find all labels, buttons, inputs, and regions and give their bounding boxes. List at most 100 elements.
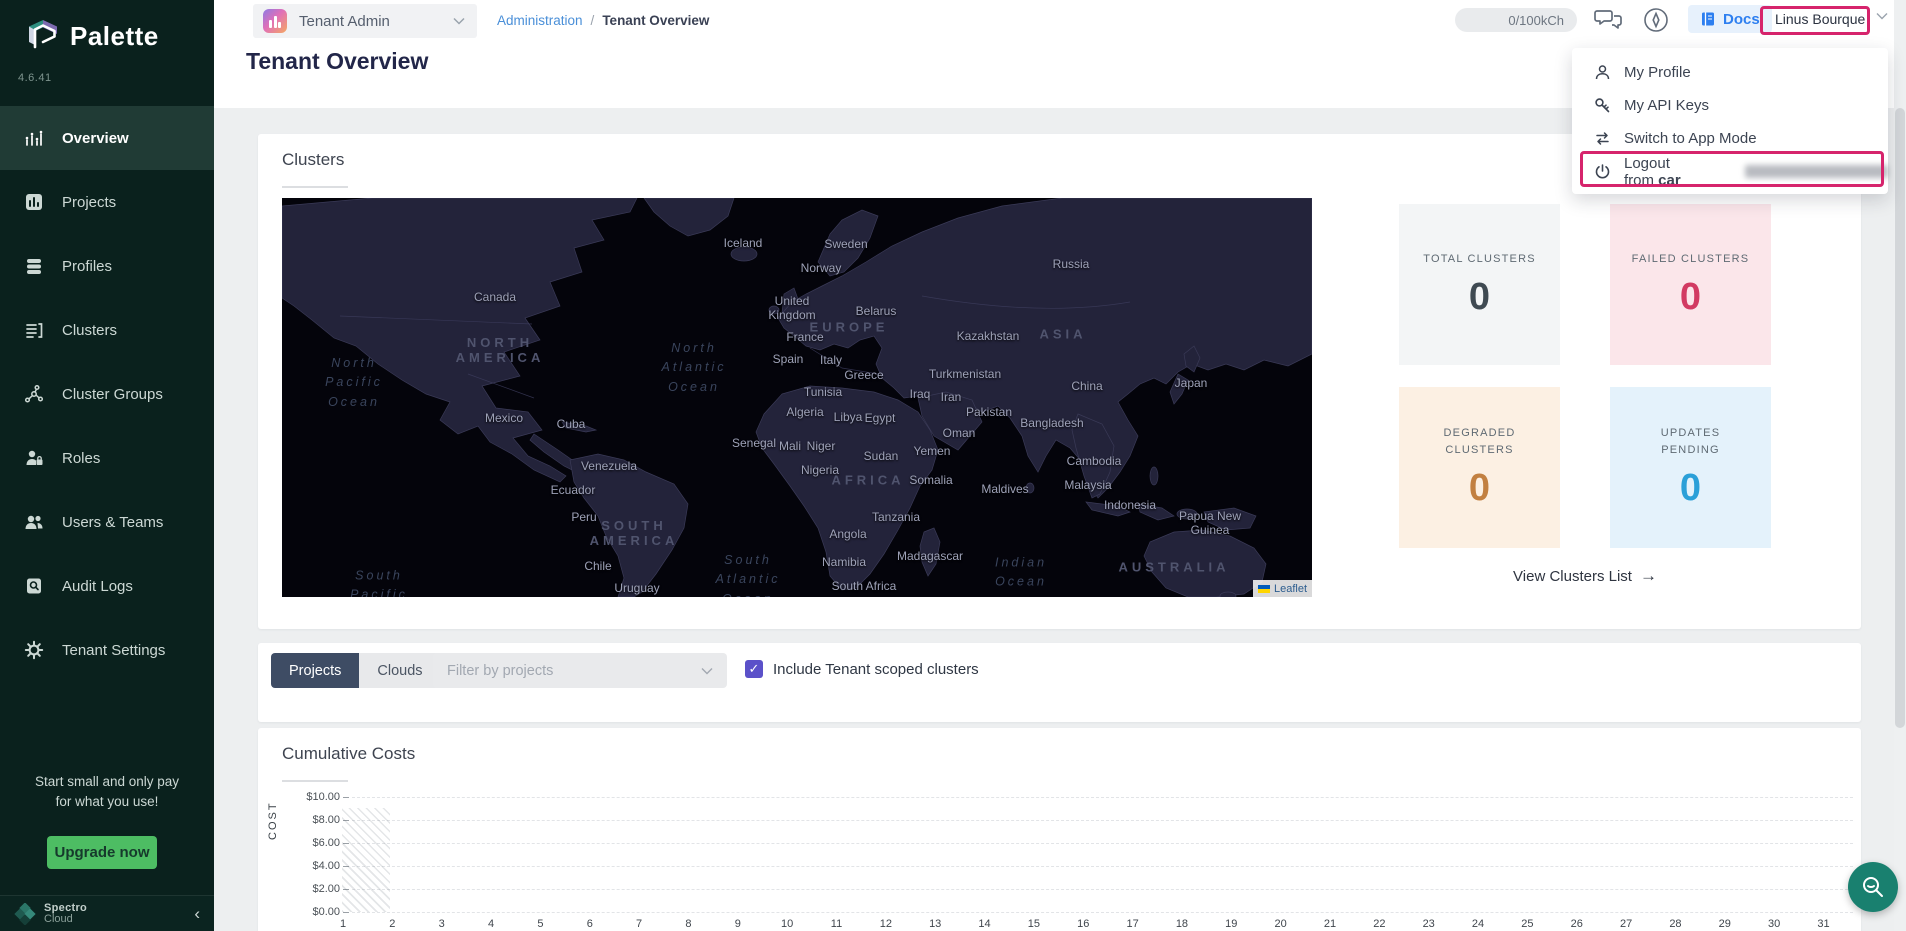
clusters-card-title: Clusters xyxy=(282,150,344,170)
x-axis-tick: 7 xyxy=(636,918,642,930)
ukraine-flag-icon xyxy=(1258,585,1270,593)
sidebar-item-projects[interactable]: Projects xyxy=(0,170,214,234)
logout-label: Logout from car xyxy=(1624,155,1728,189)
x-axis-tick: 12 xyxy=(880,918,892,930)
stat-total-clusters: TOTAL CLUSTERS 0 xyxy=(1399,204,1560,365)
chat-feedback-icon[interactable] xyxy=(1594,7,1624,33)
map-label: Iraq xyxy=(910,387,931,401)
breadcrumb-administration[interactable]: Administration xyxy=(497,13,583,28)
sidebar-item-audit-logs[interactable]: Audit Logs xyxy=(0,554,214,618)
x-axis-tick: 1 xyxy=(340,918,346,930)
help-search-fab[interactable] xyxy=(1848,862,1898,912)
map-label: Canada xyxy=(474,290,516,304)
scope-label: Tenant Admin xyxy=(299,13,390,30)
map-label: Ecuador xyxy=(551,483,596,497)
tab-projects[interactable]: Projects xyxy=(271,653,359,688)
page-title: Tenant Overview xyxy=(246,48,428,75)
world-map[interactable]: CanadaNORTH AMERICANorth Pacific OceanNo… xyxy=(282,198,1312,597)
x-axis-tick: 28 xyxy=(1669,918,1681,930)
filter-placeholder: Filter by projects xyxy=(447,663,553,679)
sidebar-item-label: Users & Teams xyxy=(62,514,163,531)
sidebar-item-clusters[interactable]: Clusters xyxy=(0,298,214,362)
map-label: Angola xyxy=(829,527,866,541)
users-teams-icon xyxy=(24,512,44,532)
map-label: NORTH AMERICA xyxy=(456,335,545,365)
map-label: Tunisia xyxy=(804,385,842,399)
sidebar-collapse-button[interactable]: ‹ xyxy=(194,905,200,922)
x-axis: 1234567891011121314151617181920212223242… xyxy=(258,918,1861,931)
x-axis-tick: 3 xyxy=(439,918,445,930)
x-axis-tick: 9 xyxy=(735,918,741,930)
sidebar-item-tenant-settings[interactable]: Tenant Settings xyxy=(0,618,214,682)
sidebar-item-roles[interactable]: Roles xyxy=(0,426,214,490)
menu-item-switch-app-mode[interactable]: Switch to App Mode xyxy=(1572,122,1888,155)
map-label: Spain xyxy=(773,352,804,366)
map-label: Yemen xyxy=(914,444,951,458)
stat-label: UPDATES PENDING xyxy=(1631,425,1751,459)
clusters-list-icon xyxy=(24,320,44,340)
x-axis-tick: 10 xyxy=(781,918,793,930)
chevron-down-icon xyxy=(701,667,713,675)
breadcrumb-separator: / xyxy=(591,13,595,28)
map-label: France xyxy=(786,330,823,344)
sidebar-item-cluster-groups[interactable]: Cluster Groups xyxy=(0,362,214,426)
map-label: Egypt xyxy=(865,411,896,425)
map-label: Turkmenistan xyxy=(929,367,1001,381)
x-axis-tick: 6 xyxy=(587,918,593,930)
map-label: Italy xyxy=(820,353,842,367)
docs-label: Docs xyxy=(1723,11,1760,28)
cumulative-costs-card: Cumulative Costs COST $10.00 $8.00 $6.00… xyxy=(258,728,1861,931)
menu-item-label: My Profile xyxy=(1624,64,1691,81)
map-label: Indonesia xyxy=(1104,498,1156,512)
sidebar-item-profiles[interactable]: Profiles xyxy=(0,234,214,298)
chevron-down-icon xyxy=(453,17,465,25)
leaflet-attribution[interactable]: Leaflet xyxy=(1253,580,1312,597)
spectro-cloud-logo xyxy=(14,903,36,925)
filter-bar: Projects Clouds Filter by projects ✓ Inc… xyxy=(258,643,1861,722)
docs-button[interactable]: Docs xyxy=(1688,5,1772,33)
x-axis-tick: 14 xyxy=(978,918,990,930)
map-label: South Pacific xyxy=(350,567,408,597)
include-tenant-scoped-checkbox[interactable]: ✓ xyxy=(745,660,763,678)
usage-quota-pill[interactable]: 0/100kCh xyxy=(1455,8,1577,32)
x-axis-tick: 4 xyxy=(488,918,494,930)
map-label: Bangladesh xyxy=(1020,416,1083,430)
map-label: Papua New Guinea xyxy=(1179,509,1241,537)
x-axis-tick: 29 xyxy=(1719,918,1731,930)
map-label: SOUTH AMERICA xyxy=(590,518,679,548)
app-version: 4.6.41 xyxy=(18,72,52,84)
compass-help-icon[interactable] xyxy=(1643,7,1669,33)
sidebar-item-label: Audit Logs xyxy=(62,578,133,595)
book-icon xyxy=(1700,11,1716,27)
gridline: $10.00 xyxy=(352,797,1853,798)
user-menu-button[interactable]: Linus Bourque xyxy=(1767,5,1873,33)
map-label: Namibia xyxy=(822,555,866,569)
gridline: $0.00 xyxy=(352,912,1853,913)
menu-item-my-api-keys[interactable]: My API Keys xyxy=(1572,89,1888,122)
map-label: Sudan xyxy=(864,449,899,463)
stat-updates-pending: UPDATES PENDING 0 xyxy=(1610,387,1771,548)
sidebar-item-users-teams[interactable]: Users & Teams xyxy=(0,490,214,554)
menu-item-my-profile[interactable]: My Profile xyxy=(1572,56,1888,89)
scrollbar-thumb[interactable] xyxy=(1895,108,1905,728)
roles-user-lock-icon xyxy=(24,448,44,468)
upgrade-now-button[interactable]: Upgrade now xyxy=(47,836,157,869)
scope-selector[interactable]: Tenant Admin xyxy=(253,4,477,38)
map-label: United Kingdom xyxy=(768,294,815,322)
menu-item-logout[interactable]: Logout from car xyxy=(1572,155,1888,188)
view-clusters-list-link[interactable]: View Clusters List→ xyxy=(1399,566,1771,586)
x-axis-tick: 23 xyxy=(1423,918,1435,930)
map-label: Somalia xyxy=(909,473,952,487)
x-axis-tick: 2 xyxy=(389,918,395,930)
x-axis-tick: 30 xyxy=(1768,918,1780,930)
sidebar-item-overview[interactable]: Overview xyxy=(0,106,214,170)
filter-by-projects-select[interactable]: Filter by projects xyxy=(433,653,727,688)
upgrade-promo-text: Start small and only pay for what you us… xyxy=(0,772,214,812)
tab-clouds[interactable]: Clouds xyxy=(359,653,440,688)
map-label: North Pacific Ocean xyxy=(325,354,383,412)
sidebar-item-label: Clusters xyxy=(62,322,117,339)
map-label: Sweden xyxy=(824,237,867,251)
sidebar-item-label: Tenant Settings xyxy=(62,642,165,659)
map-label: Iran xyxy=(941,390,962,404)
map-label: South Africa xyxy=(832,579,897,593)
